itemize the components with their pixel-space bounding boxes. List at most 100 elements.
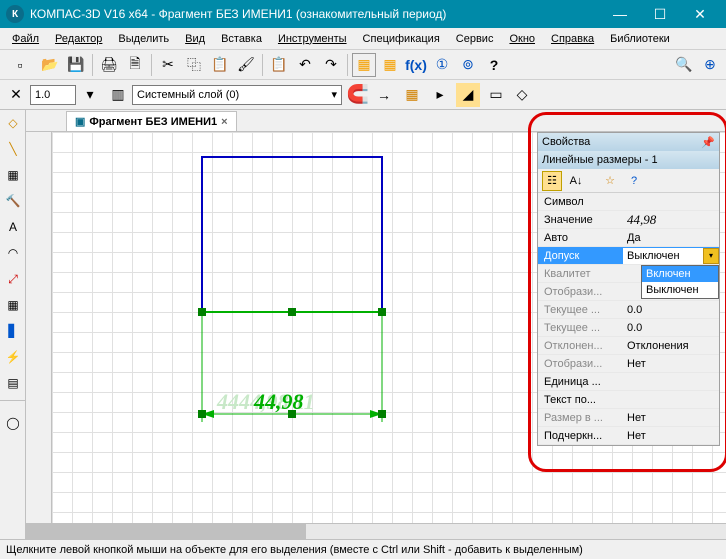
format-painter-button[interactable]: 🖌 — [234, 53, 258, 77]
document-tabs: ▣ Фрагмент БЕЗ ИМЕНИ1 × — [26, 110, 726, 132]
hatch-tool[interactable]: ▦ — [1, 163, 25, 187]
dimension-text[interactable]: 44,98 — [254, 389, 304, 415]
prop-display2[interactable]: Отобрази... Нет — [538, 355, 719, 373]
properties-panel: Свойства 📌 Линейные размеры - 1 ☷ A↓ ☆ ?… — [537, 132, 720, 446]
redo-button[interactable]: ↷ — [319, 53, 343, 77]
view-tool[interactable]: ▋ — [1, 319, 25, 343]
prop-current1[interactable]: Текущее ... 0.0 — [538, 301, 719, 319]
fragment-icon: ▣ — [75, 115, 85, 128]
layers-icon[interactable]: ▥ — [106, 83, 130, 107]
work-area: ◇ ╲ ▦ 🔨 A ◠ ⤢ ▦ ▋ ⚡ ▤ ◯ ▣ Фрагмент БЕЗ И… — [0, 110, 726, 539]
linetype-button[interactable]: ✕ — [4, 83, 28, 107]
tab-label: Фрагмент БЕЗ ИМЕНИ1 — [89, 116, 217, 128]
layer-select[interactable]: Системный слой (0) ▾ — [132, 85, 342, 105]
edit-tool[interactable]: 🔨 — [1, 189, 25, 213]
measure-tool[interactable]: ⤢ — [1, 267, 25, 291]
open-button[interactable]: 📂 — [38, 53, 62, 77]
undo-button[interactable]: ↶ — [293, 53, 317, 77]
tolerance-dropdown[interactable]: Включен Выключен — [641, 265, 719, 299]
prop-symbol[interactable]: Символ — [538, 193, 719, 211]
extra2-button[interactable]: ◇ — [510, 83, 534, 107]
zoom-button[interactable]: 🔍 — [672, 53, 696, 77]
properties-button[interactable]: 📋 — [267, 53, 291, 77]
menu-select[interactable]: Выделить — [110, 31, 177, 47]
point-tool[interactable]: ◯ — [1, 411, 25, 435]
document-tab[interactable]: ▣ Фрагмент БЕЗ ИМЕНИ1 × — [66, 111, 237, 131]
dropdown-option-on[interactable]: Включен — [642, 266, 718, 282]
status-bar: Щелкните левой кнопкой мыши на объекте д… — [0, 539, 726, 559]
library-mgr-button[interactable]: ▦ — [352, 53, 376, 77]
status-text: Щелкните левой кнопкой мыши на объекте д… — [6, 544, 583, 556]
print-button[interactable]: 🖨 — [97, 53, 121, 77]
preview-button[interactable]: 🗎 — [123, 53, 147, 77]
menu-view[interactable]: Вид — [177, 31, 213, 47]
copy-button[interactable]: ⿻ — [182, 53, 206, 77]
save-button[interactable]: 💾 — [64, 53, 88, 77]
prop-sizein[interactable]: Размер в ... Нет — [538, 409, 719, 427]
annotation2-button[interactable]: ⊚ — [456, 53, 480, 77]
new-button[interactable]: ▫ — [4, 53, 36, 77]
arc-tool[interactable]: ◠ — [1, 241, 25, 265]
menu-spec[interactable]: Спецификация — [355, 31, 448, 47]
dropdown-toggle[interactable]: ▾ — [703, 248, 719, 264]
scale-input[interactable] — [30, 85, 76, 105]
prop-tolerance[interactable]: Допуск Выключен ▾ — [538, 247, 719, 265]
help-button[interactable]: ? — [482, 53, 506, 77]
pin-icon[interactable]: 📌 — [701, 136, 715, 149]
categorized-button[interactable]: ☷ — [542, 171, 562, 191]
cut-button[interactable]: ✂ — [156, 53, 180, 77]
prop-current2[interactable]: Текущее ... 0.0 — [538, 319, 719, 337]
dimension-tool[interactable]: A — [1, 215, 25, 239]
rectangle-shape — [202, 157, 382, 312]
menu-insert[interactable]: Вставка — [213, 31, 270, 47]
fx-button[interactable]: f(x) — [404, 53, 428, 77]
minimize-button[interactable]: — — [600, 0, 640, 28]
handle — [378, 308, 386, 316]
canvas-row: 4444,98 11 44,98 Свойства 📌 Линейные раз… — [26, 132, 726, 523]
annotation1-button[interactable]: ① — [430, 53, 454, 77]
scale-dropdown[interactable]: ▾ — [78, 83, 102, 107]
axis-button[interactable]: ▸ — [428, 83, 452, 107]
library-vars-button[interactable]: ▦ — [378, 53, 402, 77]
main-column: ▣ Фрагмент БЕЗ ИМЕНИ1 × — [26, 110, 726, 539]
tab-close-button[interactable]: × — [221, 116, 227, 128]
alphabetical-button[interactable]: A↓ — [566, 171, 586, 191]
menu-help[interactable]: Справка — [543, 31, 602, 47]
filter-button[interactable]: ☆ — [600, 171, 620, 191]
param-tool[interactable]: ⚡ — [1, 345, 25, 369]
horizontal-scrollbar[interactable] — [26, 523, 726, 539]
maximize-button[interactable]: ☐ — [640, 0, 680, 28]
prop-textafter[interactable]: Текст по... — [538, 391, 719, 409]
prop-deviation[interactable]: Отклонен... Отклонения — [538, 337, 719, 355]
handle — [288, 308, 296, 316]
close-button[interactable]: ✕ — [680, 0, 720, 28]
extra1-button[interactable]: ▭ — [484, 83, 508, 107]
snap-arrow-button[interactable]: → — [372, 83, 396, 107]
spec-tool[interactable]: ▤ — [1, 371, 25, 395]
line-tool[interactable]: ╲ — [1, 137, 25, 161]
info-button[interactable]: ? — [624, 171, 644, 191]
prop-underline[interactable]: Подчеркн... Нет — [538, 427, 719, 445]
zoom-fit-button[interactable]: ⊕ — [698, 53, 722, 77]
menu-file[interactable]: Файл — [4, 31, 47, 47]
app-icon: К — [6, 5, 24, 23]
magnet-snap-button[interactable]: 🧲 — [346, 83, 370, 107]
geometry-tool[interactable]: ◇ — [1, 111, 25, 135]
property-list: Символ Значение 44,98 Авто Да Допуск — [538, 193, 719, 445]
menu-bar: Файл Редактор Выделить Вид Вставка Инстр… — [0, 28, 726, 50]
paste-button[interactable]: 📋 — [208, 53, 232, 77]
menu-tools[interactable]: Инструменты — [270, 31, 355, 47]
menu-libs[interactable]: Библиотеки — [602, 31, 678, 47]
handle — [198, 308, 206, 316]
dropdown-option-off[interactable]: Выключен — [642, 282, 718, 298]
menu-service[interactable]: Сервис — [448, 31, 502, 47]
menu-window[interactable]: Окно — [501, 31, 543, 47]
prop-unit[interactable]: Единица ... — [538, 373, 719, 391]
prop-value[interactable]: Значение 44,98 — [538, 211, 719, 229]
ortho-button[interactable]: ◢ — [456, 83, 480, 107]
properties-header[interactable]: Свойства 📌 — [538, 133, 719, 151]
prop-auto[interactable]: Авто Да — [538, 229, 719, 247]
table-tool[interactable]: ▦ — [1, 293, 25, 317]
grid-button[interactable]: ▦ — [400, 83, 424, 107]
menu-edit[interactable]: Редактор — [47, 31, 110, 47]
